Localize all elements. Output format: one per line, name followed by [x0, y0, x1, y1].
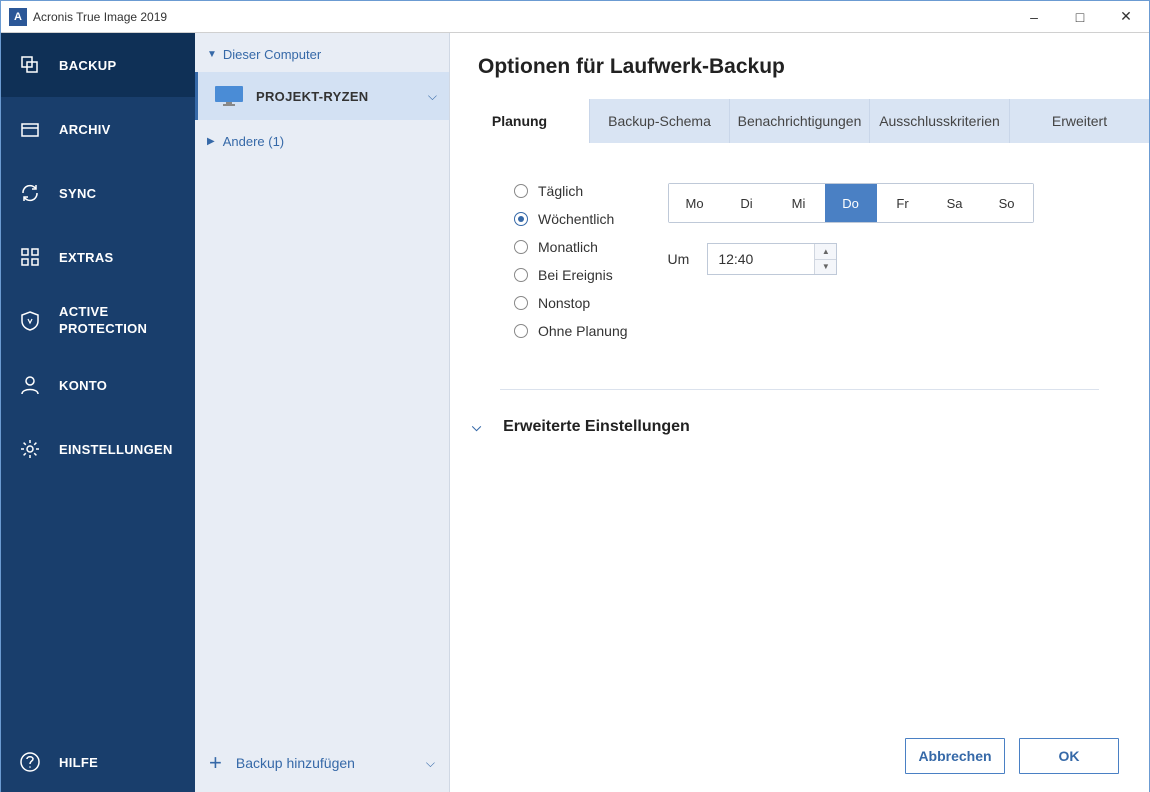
- tab-bar: Planung Backup-Schema Benachrichtigungen…: [450, 99, 1149, 143]
- sidebar-item-hilfe[interactable]: HILFE: [1, 732, 195, 792]
- advanced-settings-toggle[interactable]: ⌵ Erweiterte Einstellungen: [500, 418, 1099, 436]
- ok-button[interactable]: OK: [1019, 738, 1119, 774]
- sidebar-label-archiv: ARCHIV: [59, 122, 111, 137]
- sidebar-item-einstellungen[interactable]: EINSTELLUNGEN: [1, 417, 195, 481]
- sidebar-item-active-protection[interactable]: ACTIVEPROTECTION: [1, 289, 195, 353]
- sidebar-label-backup: BACKUP: [59, 58, 116, 73]
- radio-label: Nonstop: [538, 295, 590, 311]
- time-input[interactable]: 12:40 ▲ ▼: [707, 243, 837, 275]
- group-label: Dieser Computer: [223, 47, 321, 62]
- sidebar: BACKUP ARCHIV SYNC EXTRAS ACTIVEPROTECTI…: [1, 33, 195, 792]
- schedule-radio-group: Täglich Wöchentlich Monatlich Bei Ereign…: [500, 183, 628, 339]
- sidebar-label-einstellungen: EINSTELLUNGEN: [59, 442, 173, 457]
- gear-icon: [19, 438, 41, 460]
- sidebar-item-backup[interactable]: BACKUP: [1, 33, 195, 97]
- group-this-computer[interactable]: ▼ Dieser Computer: [195, 33, 449, 72]
- tab-ausschlusskriterien[interactable]: Ausschlusskriterien: [870, 99, 1010, 143]
- page-title: Optionen für Laufwerk-Backup: [450, 33, 1149, 99]
- extras-icon: [19, 246, 41, 268]
- window-title: Acronis True Image 2019: [33, 10, 1011, 24]
- radio-dot: [514, 324, 528, 338]
- spin-down-button[interactable]: ▼: [815, 260, 836, 275]
- radio-label: Ohne Planung: [538, 323, 628, 339]
- tab-erweitert[interactable]: Erweitert: [1010, 99, 1149, 143]
- add-backup-label: Backup hinzufügen: [236, 755, 426, 771]
- caret-down-icon: ▼: [207, 49, 217, 60]
- app-logo: A: [9, 8, 27, 26]
- day-sa[interactable]: Sa: [929, 184, 981, 222]
- content-area: Optionen für Laufwerk-Backup Planung Bac…: [450, 33, 1149, 792]
- sidebar-item-extras[interactable]: EXTRAS: [1, 225, 195, 289]
- group-other[interactable]: ▶ Andere (1): [195, 120, 449, 163]
- day-do[interactable]: Do: [825, 184, 877, 222]
- spin-up-button[interactable]: ▲: [815, 244, 836, 260]
- tab-backup-schema[interactable]: Backup-Schema: [590, 99, 730, 143]
- day-di[interactable]: Di: [721, 184, 773, 222]
- day-mi[interactable]: Mi: [773, 184, 825, 222]
- sidebar-label-konto: KONTO: [59, 378, 107, 393]
- add-backup-button[interactable]: + Backup hinzufügen ⌵: [195, 734, 449, 792]
- tab-planung[interactable]: Planung: [450, 99, 590, 143]
- sidebar-label-hilfe: HILFE: [59, 755, 98, 770]
- radio-dot: [514, 296, 528, 310]
- sidebar-item-konto[interactable]: KONTO: [1, 353, 195, 417]
- day-fr[interactable]: Fr: [877, 184, 929, 222]
- day-mo[interactable]: Mo: [669, 184, 721, 222]
- divider: [500, 389, 1099, 390]
- shield-icon: [19, 310, 41, 332]
- chevron-down-icon[interactable]: ⌵: [426, 756, 435, 771]
- plus-icon: +: [209, 750, 222, 776]
- day-so[interactable]: So: [981, 184, 1033, 222]
- radio-monthly[interactable]: Monatlich: [514, 239, 628, 255]
- time-at-label: Um: [668, 251, 690, 267]
- help-icon: [19, 751, 41, 773]
- sidebar-label-extras: EXTRAS: [59, 250, 114, 265]
- advanced-settings-label: Erweiterte Einstellungen: [503, 418, 690, 436]
- radio-label: Wöchentlich: [538, 211, 614, 227]
- cancel-button[interactable]: Abbrechen: [905, 738, 1005, 774]
- backup-icon: [19, 54, 41, 76]
- maximize-button[interactable]: □: [1057, 1, 1103, 33]
- radio-label: Bei Ereignis: [538, 267, 613, 283]
- tab-benachrichtigungen[interactable]: Benachrichtigungen: [730, 99, 870, 143]
- sync-icon: [19, 182, 41, 204]
- minimize-button[interactable]: –: [1011, 1, 1057, 33]
- caret-right-icon: ▶: [207, 136, 215, 147]
- radio-label: Monatlich: [538, 239, 598, 255]
- archive-icon: [19, 118, 41, 140]
- radio-daily[interactable]: Täglich: [514, 183, 628, 199]
- chevron-down-icon[interactable]: ⌵: [428, 89, 437, 104]
- radio-dot: [514, 240, 528, 254]
- radio-dot: [514, 268, 528, 282]
- account-icon: [19, 374, 41, 396]
- sidebar-label-ap: ACTIVEPROTECTION: [59, 304, 147, 338]
- group-other-label: Andere (1): [223, 134, 284, 149]
- radio-label: Täglich: [538, 183, 583, 199]
- monitor-icon: [214, 85, 244, 107]
- radio-dot: [514, 212, 528, 226]
- time-value[interactable]: 12:40: [708, 244, 814, 274]
- weekday-picker: Mo Di Mi Do Fr Sa So: [668, 183, 1034, 223]
- backup-item-projekt-ryzen[interactable]: PROJEKT-RYZEN ⌵: [195, 72, 449, 120]
- dialog-footer: Abbrechen OK: [450, 720, 1149, 792]
- titlebar: A Acronis True Image 2019 – □ ✕: [1, 1, 1149, 33]
- sidebar-item-archiv[interactable]: ARCHIV: [1, 97, 195, 161]
- radio-dot: [514, 184, 528, 198]
- chevron-down-icon: ⌵: [472, 420, 481, 435]
- radio-on-event[interactable]: Bei Ereignis: [514, 267, 628, 283]
- radio-nonstop[interactable]: Nonstop: [514, 295, 628, 311]
- radio-no-schedule[interactable]: Ohne Planung: [514, 323, 628, 339]
- backup-item-label: PROJEKT-RYZEN: [256, 89, 428, 104]
- close-button[interactable]: ✕: [1103, 1, 1149, 33]
- sidebar-label-sync: SYNC: [59, 186, 96, 201]
- backup-list-panel: ▼ Dieser Computer PROJEKT-RYZEN ⌵ ▶ Ande…: [195, 33, 450, 792]
- sidebar-item-sync[interactable]: SYNC: [1, 161, 195, 225]
- radio-weekly[interactable]: Wöchentlich: [514, 211, 628, 227]
